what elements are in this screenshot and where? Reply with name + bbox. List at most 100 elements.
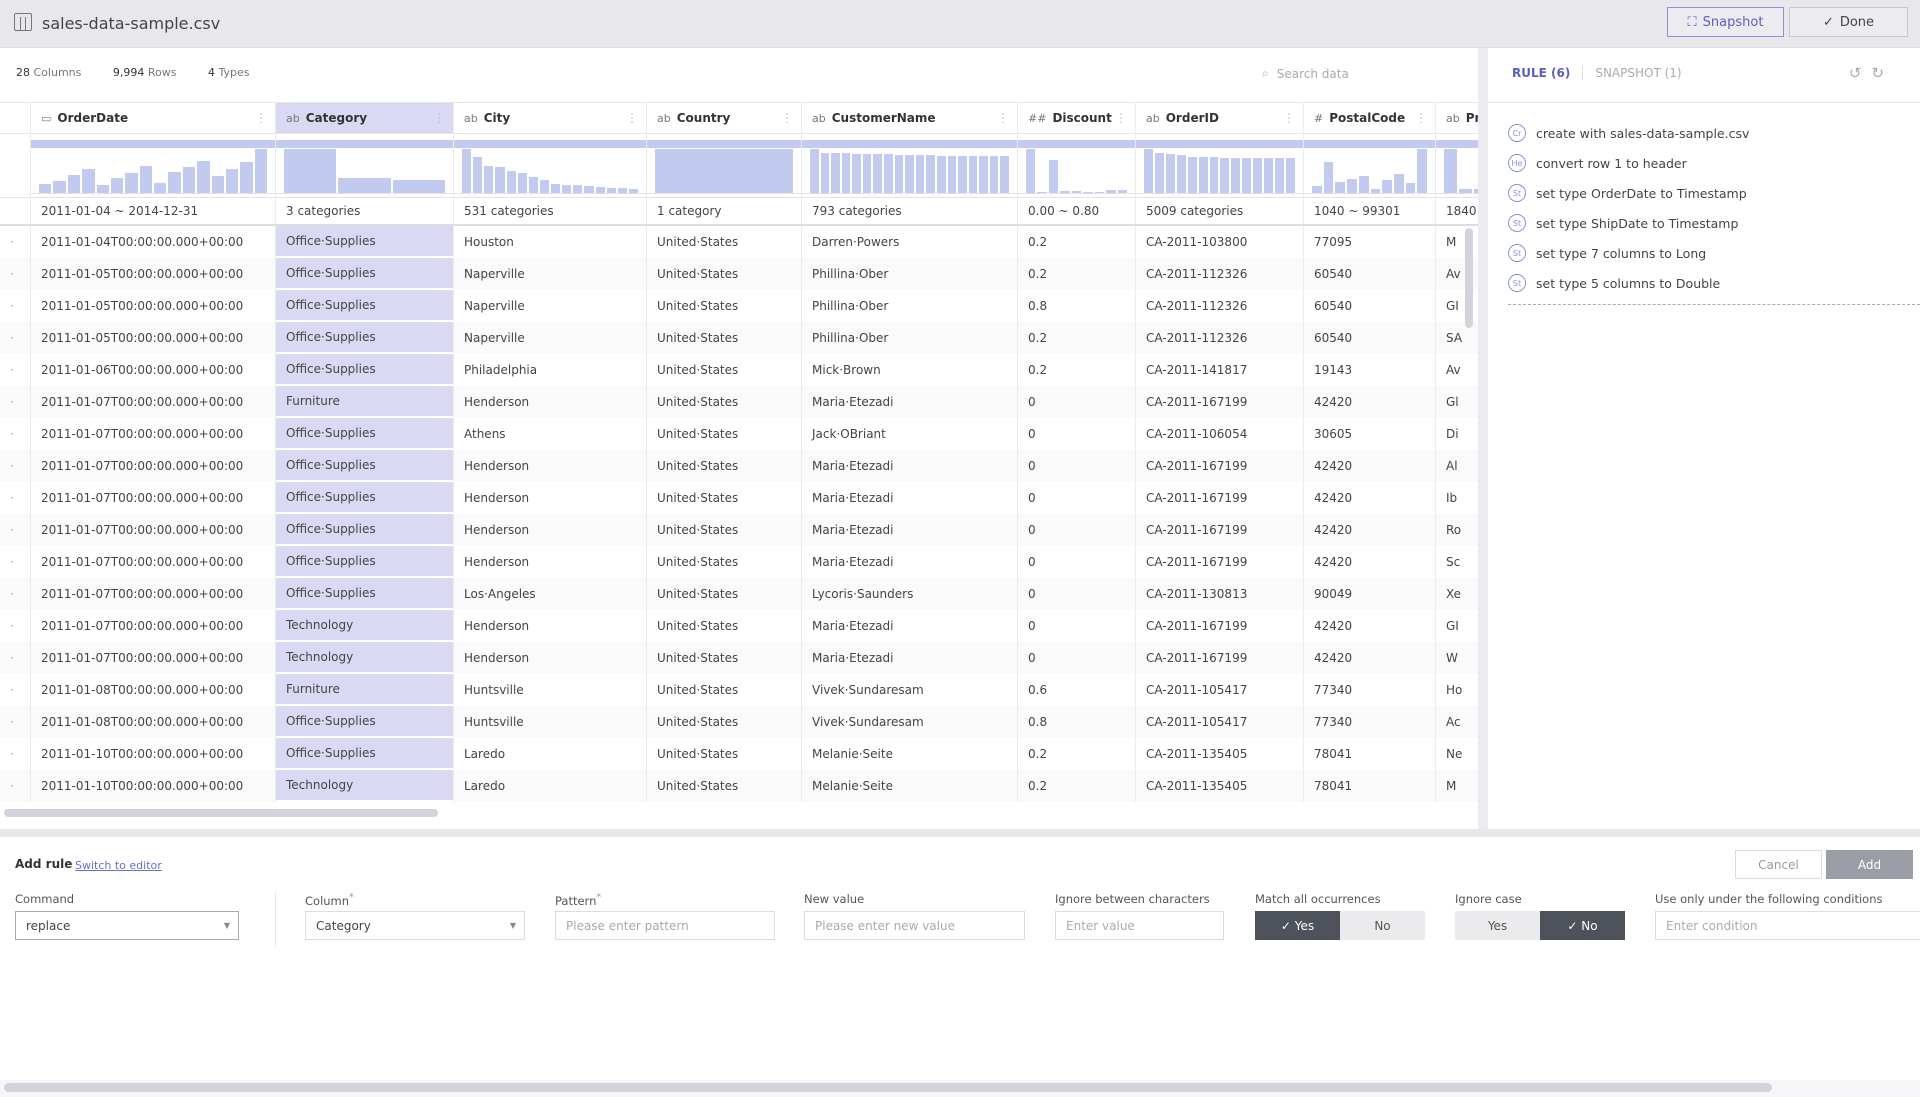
vertical-scrollbar[interactable] [1465, 228, 1473, 328]
cell-country[interactable]: United·States [647, 546, 802, 578]
cell-discount[interactable]: 0.2 [1018, 258, 1136, 290]
cell-category[interactable]: Technology [276, 610, 454, 642]
histogram-bar[interactable] [1242, 157, 1252, 193]
column-menu-icon[interactable]: ⋮ [781, 111, 793, 125]
cell-postalcode[interactable]: 42420 [1304, 482, 1436, 514]
cell-customername[interactable]: Maria·Etezadi [802, 482, 1018, 514]
cell-orderdate[interactable]: 2011-01-10T00:00:00.000+00:00 [31, 770, 276, 802]
table-row[interactable]: · 2011-01-07T00:00:00.000+00:00 Technology… [0, 642, 1478, 674]
cell-orderid[interactable]: CA-2011-141817 [1136, 354, 1304, 386]
cell-discount[interactable]: 0 [1018, 450, 1136, 482]
cell-orderdate[interactable]: 2011-01-07T00:00:00.000+00:00 [31, 386, 276, 418]
histogram-bar[interactable] [1459, 189, 1472, 193]
histogram-bar[interactable] [96, 185, 109, 193]
cell-category[interactable]: Office·Supplies [276, 354, 454, 386]
cell-city[interactable]: Naperville [454, 290, 647, 322]
cell-city[interactable]: Henderson [454, 386, 647, 418]
histogram-bar[interactable] [392, 179, 445, 193]
histogram-bar[interactable] [139, 165, 152, 193]
cell-postalcode[interactable]: 42420 [1304, 642, 1436, 674]
histogram-bar[interactable] [528, 177, 538, 193]
cell-category[interactable]: Office·Supplies [276, 418, 454, 450]
column-header-postalcode[interactable]: # PostalCode ⋮ [1304, 103, 1436, 133]
table-row[interactable]: · 2011-01-04T00:00:00.000+00:00 Office·Sup… [0, 226, 1478, 258]
cell-postalcode[interactable]: 42420 [1304, 450, 1436, 482]
histogram-bar[interactable] [1285, 157, 1295, 193]
cell-customername[interactable]: Phillina·Ober [802, 258, 1018, 290]
cell-country[interactable]: United·States [647, 258, 802, 290]
match-all-yes[interactable]: ✓ Yes [1255, 911, 1340, 940]
histogram-bar[interactable] [617, 187, 627, 193]
tab-rule[interactable]: RULE (6) [1512, 66, 1570, 80]
cell-customername[interactable]: Mick·Brown [802, 354, 1018, 386]
cell-orderid[interactable]: CA-2011-167199 [1136, 642, 1304, 674]
histogram-bar[interactable] [551, 184, 561, 193]
cell-customername[interactable]: Melanie·Seite [802, 738, 1018, 770]
cell-country[interactable]: United·States [647, 386, 802, 418]
cell-pr[interactable]: GI [1436, 610, 1478, 642]
cell-customername[interactable]: Maria·Etezadi [802, 610, 1018, 642]
cell-city[interactable]: Henderson [454, 450, 647, 482]
histogram-bar[interactable] [968, 156, 978, 193]
cell-pr[interactable]: Gl [1436, 386, 1478, 418]
cell-customername[interactable]: Phillina·Ober [802, 290, 1018, 322]
cancel-button[interactable]: Cancel [1735, 850, 1822, 879]
table-row[interactable]: · 2011-01-07T00:00:00.000+00:00 Furniture H… [0, 386, 1478, 418]
cell-discount[interactable]: 0 [1018, 514, 1136, 546]
histogram-bar[interactable] [168, 171, 181, 193]
histogram-bar[interactable] [1117, 190, 1127, 193]
cell-country[interactable]: United·States [647, 610, 802, 642]
cell-orderdate[interactable]: 2011-01-07T00:00:00.000+00:00 [31, 610, 276, 642]
cell-pr[interactable]: W [1436, 642, 1478, 674]
new-value-input[interactable]: Please enter new value [804, 911, 1025, 940]
cell-country[interactable]: United·States [647, 482, 802, 514]
histogram-bar[interactable] [936, 156, 946, 193]
histogram-bar[interactable] [197, 161, 210, 193]
cell-city[interactable]: Henderson [454, 642, 647, 674]
histogram-bar[interactable] [254, 149, 267, 193]
histogram-bar[interactable] [562, 185, 572, 193]
cell-customername[interactable]: Jack·OBriant [802, 418, 1018, 450]
cell-orderid[interactable]: CA-2011-167199 [1136, 610, 1304, 642]
histogram-bar[interactable] [979, 156, 988, 193]
cell-postalcode[interactable]: 42420 [1304, 386, 1436, 418]
cell-orderdate[interactable]: 2011-01-05T00:00:00.000+00:00 [31, 290, 276, 322]
cell-orderdate[interactable]: 2011-01-07T00:00:00.000+00:00 [31, 642, 276, 674]
histogram-bar[interactable] [539, 179, 549, 193]
column-menu-icon[interactable]: ⋮ [626, 111, 638, 125]
column-header-pr[interactable]: ab Pr [1436, 103, 1478, 133]
rule-item[interactable]: St set type ShipDate to Timestamp [1508, 208, 1920, 238]
cell-postalcode[interactable]: 30605 [1304, 418, 1436, 450]
column-header-orderdate[interactable]: ▭ OrderDate ⋮ [31, 103, 276, 133]
undo-icon[interactable]: ↺ [1849, 64, 1862, 82]
histogram-bar[interactable] [915, 155, 925, 193]
histogram-bar[interactable] [284, 149, 337, 193]
histogram-bar[interactable] [1144, 149, 1153, 193]
cell-country[interactable]: United·States [647, 354, 802, 386]
table-row[interactable]: · 2011-01-10T00:00:00.000+00:00 Technology… [0, 770, 1478, 802]
histogram-bar[interactable] [926, 155, 935, 193]
cell-country[interactable]: United·States [647, 770, 802, 802]
histogram-bar[interactable] [211, 176, 224, 193]
cell-category[interactable]: Technology [276, 642, 454, 674]
histogram-bar[interactable] [240, 162, 253, 193]
cell-orderdate[interactable]: 2011-01-07T00:00:00.000+00:00 [31, 482, 276, 514]
cell-orderid[interactable]: CA-2011-167199 [1136, 514, 1304, 546]
histogram-bar[interactable] [1231, 157, 1241, 193]
histogram-bar[interactable] [1060, 190, 1070, 193]
column-menu-icon[interactable]: ⋮ [1283, 111, 1295, 125]
cell-category[interactable]: Office·Supplies [276, 482, 454, 514]
add-button[interactable]: Add [1826, 850, 1913, 879]
cell-country[interactable]: United·States [647, 450, 802, 482]
cell-orderdate[interactable]: 2011-01-07T00:00:00.000+00:00 [31, 546, 276, 578]
cell-postalcode[interactable]: 90049 [1304, 578, 1436, 610]
cell-orderdate[interactable]: 2011-01-07T00:00:00.000+00:00 [31, 418, 276, 450]
cell-customername[interactable]: Maria·Etezadi [802, 514, 1018, 546]
cell-category[interactable]: Office·Supplies [276, 706, 454, 738]
column-header-country[interactable]: ab Country ⋮ [647, 103, 802, 133]
histogram-bar[interactable] [595, 186, 605, 193]
cell-country[interactable]: United·States [647, 226, 802, 258]
cell-city[interactable]: Los·Angeles [454, 578, 647, 610]
command-select[interactable]: replace ▼ [15, 911, 239, 940]
cell-orderid[interactable]: CA-2011-167199 [1136, 482, 1304, 514]
